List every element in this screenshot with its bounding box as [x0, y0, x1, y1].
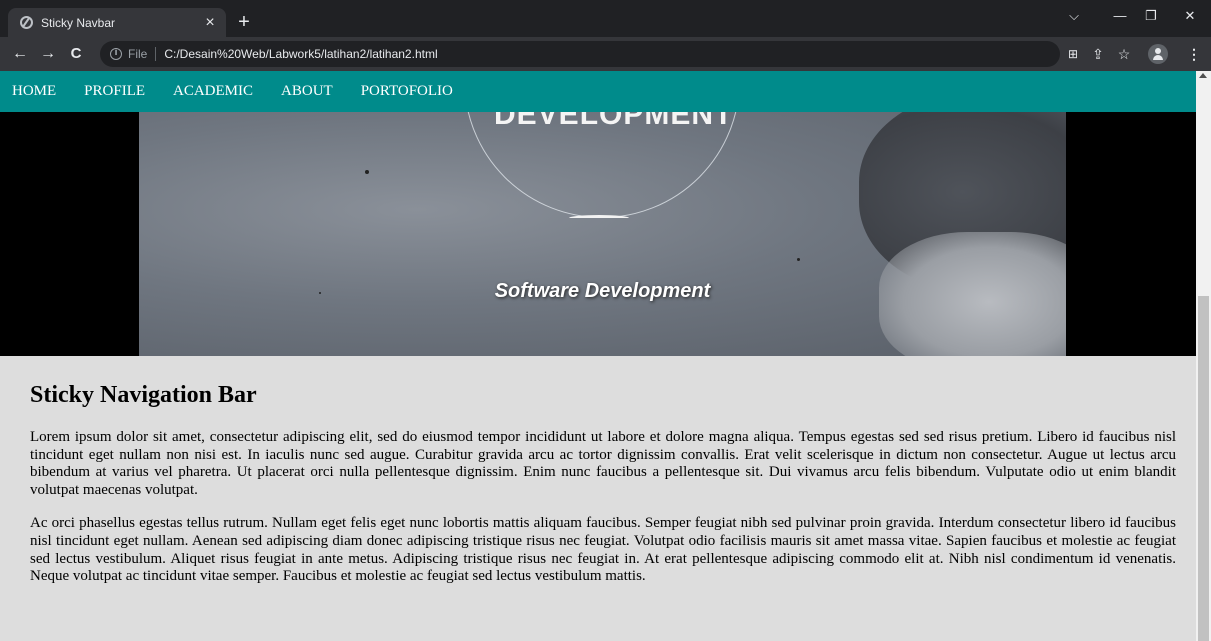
profile-avatar-icon[interactable]: [1148, 44, 1168, 64]
browser-tab[interactable]: Sticky Navbar ×: [8, 8, 226, 37]
new-tab-icon[interactable]: +: [234, 12, 254, 32]
nav-portofolio[interactable]: PORTOFOLIO: [361, 71, 453, 112]
hero-caption: Software Development: [494, 280, 711, 302]
address-bar[interactable]: i File C:/Desain%20Web/Labwork5/latihan2…: [100, 41, 1060, 67]
nav-home[interactable]: HOME: [12, 71, 56, 112]
address-divider: [155, 47, 157, 61]
article-title: Sticky Navigation Bar: [30, 382, 257, 408]
close-window-icon[interactable]: ✕: [1180, 8, 1200, 24]
tab-close-icon[interactable]: ×: [202, 14, 218, 31]
article: Sticky Navigation Bar Lorem ipsum dolor …: [30, 382, 1176, 602]
hero-banner: DEVELOPMENT Software Development: [0, 112, 1196, 356]
scroll-up-arrow-icon[interactable]: [1199, 73, 1207, 78]
browser-toolbar: ← → C i File C:/Desain%20Web/Labwork5/la…: [0, 37, 1211, 71]
translate-icon[interactable]: ⊞: [1062, 47, 1084, 61]
site-info-icon[interactable]: i: [110, 48, 122, 60]
article-paragraph: Lorem ipsum dolor sit amet, consectetur …: [30, 429, 1176, 498]
share-icon[interactable]: ⇪: [1087, 46, 1109, 63]
url-text[interactable]: C:/Desain%20Web/Labwork5/latihan2/latiha…: [164, 47, 437, 61]
hero-image: DEVELOPMENT Software Development: [139, 112, 1066, 356]
scheme-label: File: [128, 47, 148, 61]
reload-icon[interactable]: C: [62, 40, 90, 68]
nav-about[interactable]: ABOUT: [281, 71, 333, 112]
nav-academic[interactable]: ACADEMIC: [173, 71, 253, 112]
sticky-navbar: HOME PROFILE ACADEMIC ABOUT PORTOFOLIO: [0, 71, 1196, 112]
page-scrollbar[interactable]: [1196, 71, 1211, 641]
tab-search-dropdown-icon[interactable]: ⌵: [1064, 8, 1084, 24]
article-paragraph: Ac orci phasellus egestas tellus rutrum.…: [30, 515, 1176, 585]
kebab-menu-icon[interactable]: ⋮: [1184, 46, 1204, 63]
tab-strip: Sticky Navbar × + ⌵ — ❐ ✕: [0, 0, 1211, 37]
nav-profile[interactable]: PROFILE: [84, 71, 145, 112]
ring-decoration: [569, 215, 629, 221]
tab-title: Sticky Navbar: [41, 15, 116, 30]
page-favicon-icon: [20, 16, 33, 29]
back-icon[interactable]: ←: [6, 40, 34, 68]
scrollbar-thumb[interactable]: [1198, 296, 1209, 641]
hero-heading: DEVELOPMENT: [494, 112, 734, 131]
restore-icon[interactable]: ❐: [1141, 8, 1161, 24]
bookmark-star-icon[interactable]: ☆: [1113, 46, 1135, 63]
page-viewport: HOME PROFILE ACADEMIC ABOUT PORTOFOLIO D…: [0, 71, 1196, 641]
minimize-icon[interactable]: —: [1110, 8, 1130, 23]
forward-icon[interactable]: →: [34, 40, 62, 68]
wall-spot: [365, 170, 369, 174]
wall-spot: [797, 258, 800, 261]
